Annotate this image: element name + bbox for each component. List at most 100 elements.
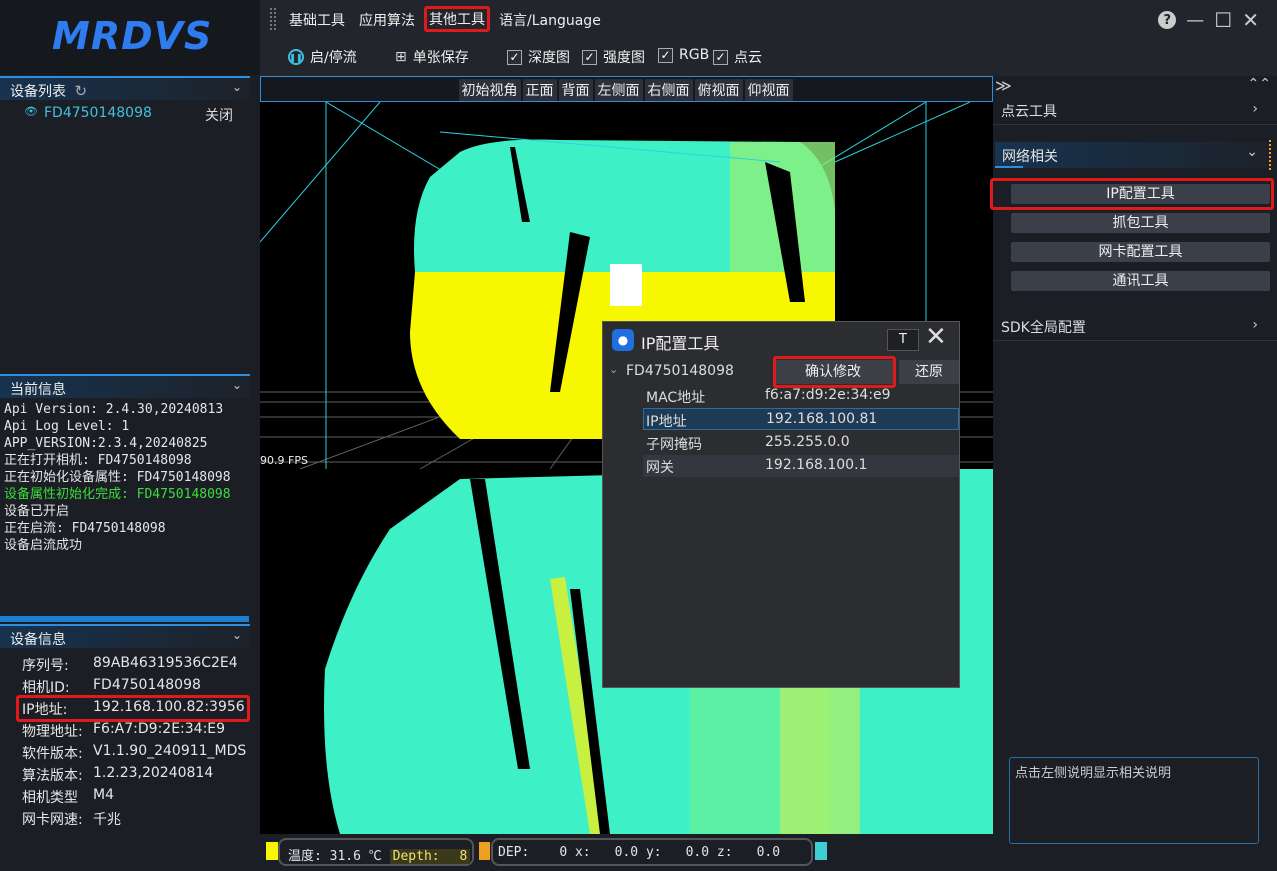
current-info-header[interactable]: 当前信息 ⌄ [0,374,250,398]
coordinate-readout: DEP: 0 x: 0.0 y: 0.0 z: 0.0 [491,838,813,866]
checkbox-depth-label: 深度图 [528,50,570,66]
pointcloud-tools-label: 点云工具 [1001,104,1057,120]
device-info-header[interactable]: 设备信息 ⌄ [0,624,250,648]
eye-icon[interactable]: 👁 [24,105,38,118]
checkbox-rgb[interactable]: ✓ RGB [658,47,709,63]
camera-id-row: 相机ID: FD4750148098 [22,677,201,697]
subnet-field-value[interactable]: 255.255.0.0 [765,434,850,450]
confirm-highlight-box [773,356,896,388]
y-value: 0.0 [685,845,710,860]
z-label: z: [716,845,733,860]
log-output: Api Version: 2.4.30,20240813 Api Log Leve… [0,398,250,557]
single-save-label: 单张保存 [412,50,469,66]
algorithm-version-label: 算法版本: [22,768,83,784]
toolbar-grip-handle[interactable] [270,8,276,30]
algorithm-version-value: 1.2.23,20240814 [93,765,214,781]
depth-label: Depth: [392,849,440,864]
restore-button[interactable]: 还原 [899,360,959,384]
maximize-button[interactable]: ☐ [1214,8,1232,32]
check-icon: ✓ [507,49,522,65]
save-icon: ⊞ [395,49,407,65]
mac-field-value: f6:a7:d9:2e:34:e9 [765,387,891,403]
serial-row: 序列号: 89AB46319536C2E4 [22,655,238,675]
temp-unit: ℃ [368,849,382,864]
current-info-panel: 当前信息 ⌄ Api Version: 2.4.30,20240813 Api L… [0,374,250,614]
view-right-button[interactable]: 右侧面 [644,79,693,101]
communication-tool-button[interactable]: 通讯工具 [1011,271,1270,291]
log-line: APP_VERSION:2.3.4,20240825 [4,436,208,451]
close-window-button[interactable]: ✕ [1242,8,1259,32]
depth-field: Depth: 8 [389,849,471,864]
serial-value: 89AB46319536C2E4 [93,655,238,671]
log-line: Api Version: 2.4.30,20240813 [4,402,224,417]
double-chevron-right-icon[interactable]: ≫ [995,76,1012,95]
tree-expand-icon[interactable]: ⌄ [609,363,618,376]
checkbox-pointcloud-label: 点云 [734,50,762,66]
sdk-config-section[interactable]: SDK全局配置 › [1001,317,1266,337]
z-value: 0.0 [756,845,781,860]
camera-type-label: 相机类型 [22,790,78,806]
pin-button[interactable]: T [887,329,919,351]
sdk-config-label: SDK全局配置 [1001,320,1086,336]
chevron-right-icon: › [1252,317,1258,333]
checkbox-rgb-label: RGB [679,47,710,63]
start-stop-button[interactable]: ❚❚ 启/停流 [288,47,357,67]
nic-config-tool-button[interactable]: 网卡配置工具 [1011,242,1270,262]
start-stop-label: 启/停流 [310,50,357,66]
view-front-button[interactable]: 正面 [522,79,557,101]
device-list-header[interactable]: 设备列表 ↻ ⌄ [0,76,250,100]
device-id[interactable]: FD4750148098 [44,105,152,121]
fps-readout: 90.9 FPS [260,454,308,467]
minimize-button[interactable]: — [1186,10,1204,31]
dialog-close-icon[interactable]: ✕ [925,322,947,352]
menu-language[interactable]: 语言/Language [496,9,604,31]
device-info-panel: 设备信息 ⌄ 序列号: 89AB46319536C2E4 相机ID: FD47501… [0,624,250,854]
depth-value: 8 [459,849,468,864]
temp-value: 31.6 [329,849,361,864]
chevron-down-icon: ⌄ [1246,144,1258,160]
ip-address-row: IP地址: 192.168.100.82:3956 [22,699,245,719]
device-list-item[interactable]: 👁 FD4750148098 关闭 [0,103,250,125]
resize-grip[interactable] [1267,140,1271,170]
refresh-icon[interactable]: ↻ [74,82,87,100]
gateway-field-value[interactable]: 192.168.100.1 [765,457,867,473]
view-back-button[interactable]: 背面 [558,79,593,101]
temp-label: 温度: [288,849,322,864]
pause-icon: ❚❚ [288,49,304,65]
pointcloud-tools-section[interactable]: 点云工具 › [1001,101,1266,121]
mac-value: F6:A7:D9:2E:34:E9 [93,721,226,737]
mac-row: 物理地址: F6:A7:D9:2E:34:E9 [22,721,225,741]
view-bottom-button[interactable]: 仰视面 [744,79,793,101]
menu-algorithms[interactable]: 应用算法 [356,9,418,31]
dep-label: DEP: [498,845,530,860]
checkbox-intensity[interactable]: ✓ 强度图 [582,47,645,67]
ip-field-value[interactable]: 192.168.100.81 [766,411,877,427]
log-line: 正在启流: FD4750148098 [4,521,166,536]
dep-color-swatch [479,842,490,860]
coord-color-swatch [815,842,827,860]
ip-config-tool-button[interactable]: IP配置工具 [1011,184,1270,204]
menu-basic-tools[interactable]: 基础工具 [286,9,348,31]
dialog-titlebar[interactable]: ● IP配置工具 T ✕ [603,322,959,358]
double-chevron-up-icon[interactable]: ⌃⌃ [1248,76,1271,92]
subnet-field-row: 子网掩码 255.255.0.0 [643,432,959,454]
log-line: Api Log Level: 1 [4,419,130,434]
log-line: 设备启流成功 [4,538,83,553]
ip-address-label: IP地址: [22,702,68,718]
view-buttons-bar: 初始视角 正面 背面 左侧面 右侧面 俯视面 仰视面 [260,76,993,102]
checkbox-depth[interactable]: ✓ 深度图 [507,47,570,67]
view-initial-button[interactable]: 初始视角 [458,79,521,101]
view-left-button[interactable]: 左侧面 [594,79,643,101]
device-close-button[interactable]: 关闭 [205,105,233,125]
camera-type-value: M4 [93,787,114,803]
help-icon[interactable]: ? [1158,11,1177,29]
single-save-button[interactable]: ⊞ 单张保存 [395,47,469,67]
network-section-header[interactable]: 网络相关 ⌄ [995,142,1270,168]
ip-field-row[interactable]: IP地址 192.168.100.81 [643,408,959,430]
mac-field-label: MAC地址 [646,390,706,406]
panel-splitter[interactable] [0,616,249,622]
menu-other-tools[interactable]: 其他工具 [424,6,490,32]
checkbox-pointcloud[interactable]: ✓ 点云 [713,47,762,67]
view-top-button[interactable]: 俯视面 [694,79,743,101]
packet-capture-tool-button[interactable]: 抓包工具 [1011,213,1270,233]
